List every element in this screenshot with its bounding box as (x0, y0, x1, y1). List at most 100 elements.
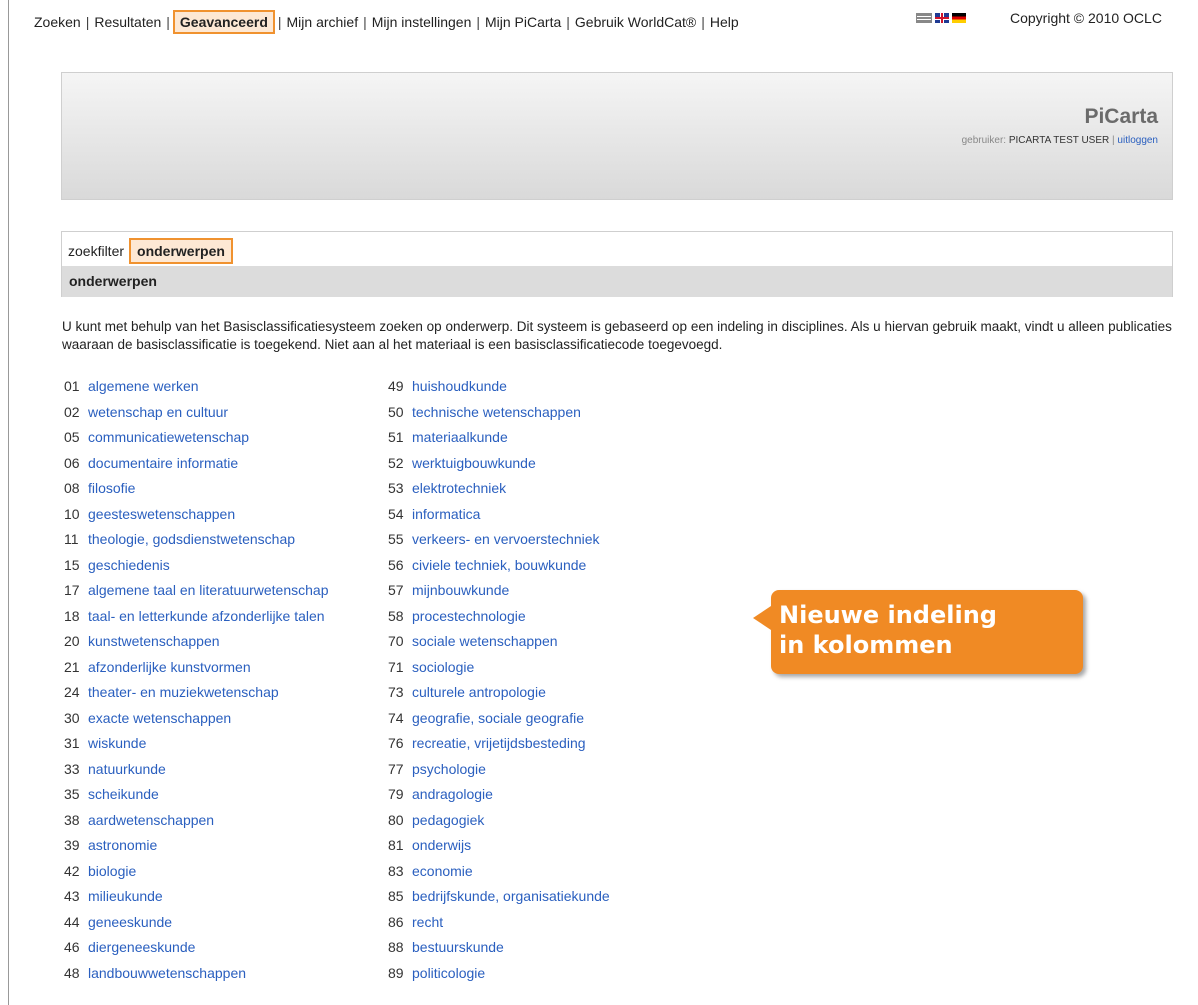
uk-flag-icon[interactable] (935, 13, 949, 23)
top-navigation: Zoeken | Resultaten | Geavanceerd | Mijn archi… (34, 10, 739, 34)
subject-link[interactable]: biologie (88, 863, 136, 879)
subject-code: 53 (388, 480, 404, 496)
subject-link[interactable]: geografie, sociale geografie (412, 710, 584, 726)
subject-item: 58 procestechnologie (388, 604, 610, 630)
nav-item-mijn-archief[interactable]: Mijn archief (287, 14, 359, 30)
subject-link[interactable]: geschiedenis (88, 557, 170, 573)
subject-link[interactable]: landbouwwetenschappen (88, 965, 246, 981)
subject-link[interactable]: politicologie (412, 965, 485, 981)
subject-code: 20 (64, 633, 80, 649)
subject-item: 38 aardwetenschappen (64, 808, 329, 834)
subject-item: 52 werktuigbouwkunde (388, 451, 610, 477)
subject-link[interactable]: recreatie, vrijetijdsbesteding (412, 735, 586, 751)
subject-link[interactable]: recht (412, 914, 443, 930)
subject-item: 05 communicatiewetenschap (64, 425, 329, 451)
subject-link[interactable]: materiaalkunde (412, 429, 508, 445)
subject-link[interactable]: taal- en letterkunde afzonderlijke talen (88, 608, 325, 624)
subject-code: 86 (388, 913, 404, 930)
subject-item: 20 kunstwetenschappen (64, 629, 329, 655)
subject-code: 83 (388, 862, 404, 879)
subject-link[interactable]: economie (412, 863, 473, 879)
subject-link[interactable]: werktuigbouwkunde (412, 455, 536, 471)
subject-code: 70 (388, 633, 404, 649)
subject-link[interactable]: communicatiewetenschap (88, 429, 249, 445)
subject-code: 71 (388, 658, 404, 675)
subject-link[interactable]: aardwetenschappen (88, 812, 214, 828)
de-flag-icon[interactable] (952, 13, 966, 23)
subject-item: 08 filosofie (64, 476, 329, 502)
subject-item: 10 geesteswetenschappen (64, 502, 329, 528)
subject-item: 85 bedrijfskunde, organisatiekunde (388, 884, 610, 910)
subject-link[interactable]: theologie, godsdienstwetenschap (88, 531, 295, 547)
subject-link[interactable]: verkeers- en vervoerstechniek (412, 531, 600, 547)
subject-link[interactable]: culturele antropologie (412, 684, 546, 700)
subject-link[interactable]: milieukunde (88, 888, 163, 904)
subject-item: 70 sociale wetenschappen (388, 629, 610, 655)
nl-flag-icon[interactable] (916, 13, 932, 23)
logout-link[interactable]: uitloggen (1117, 135, 1158, 146)
subject-link[interactable]: procestechnologie (412, 608, 526, 624)
filter-active-tab[interactable]: onderwerpen (129, 238, 233, 264)
subject-item: 02 wetenschap en cultuur (64, 400, 329, 426)
subject-item: 76 recreatie, vrijetijdsbesteding (388, 731, 610, 757)
subject-item: 54 informatica (388, 502, 610, 528)
subject-link[interactable]: sociale wetenschappen (412, 633, 558, 649)
subject-link[interactable]: civiele techniek, bouwkunde (412, 557, 586, 573)
subject-link[interactable]: mijnbouwkunde (412, 582, 509, 598)
callout-note: Nieuwe indeling in kolommen (753, 590, 1083, 674)
nav-item-zoeken[interactable]: Zoeken (34, 14, 81, 30)
subject-code: 38 (64, 811, 80, 828)
subject-code: 57 (388, 582, 404, 598)
nav-item-help[interactable]: Help (710, 14, 739, 30)
subject-link[interactable]: kunstwetenschappen (88, 633, 220, 649)
subject-code: 31 (64, 735, 80, 751)
subject-link[interactable]: huishoudkunde (412, 378, 507, 394)
subject-link[interactable]: andragologie (412, 786, 493, 802)
subject-item: 71 sociologie (388, 655, 610, 681)
subject-link[interactable]: afzonderlijke kunstvormen (88, 659, 251, 675)
subject-link[interactable]: geneeskunde (88, 914, 172, 930)
subject-link[interactable]: diergeneeskunde (88, 939, 195, 955)
subject-link[interactable]: bestuurskunde (412, 939, 504, 955)
subject-link[interactable]: pedagogiek (412, 812, 484, 828)
subject-link[interactable]: exacte wetenschappen (88, 710, 231, 726)
subject-link[interactable]: filosofie (88, 480, 135, 496)
callout-text: Nieuwe indeling in kolommen (779, 600, 997, 660)
intro-text: U kunt met behulp van het Basisclassific… (62, 319, 1172, 352)
subject-link[interactable]: psychologie (412, 761, 486, 777)
subject-link[interactable]: algemene werken (88, 378, 199, 394)
subject-link[interactable]: elektrotechniek (412, 480, 506, 496)
filter-label[interactable]: zoekfilter (68, 243, 124, 259)
subject-code: 76 (388, 735, 404, 751)
nav-item-geavanceerd[interactable]: Geavanceerd (172, 10, 275, 34)
subject-code: 77 (388, 760, 404, 777)
subject-link[interactable]: astronomie (88, 837, 157, 853)
nav-item-gebruik-worldcat[interactable]: Gebruik WorldCat® (575, 14, 696, 30)
subject-link[interactable]: sociologie (412, 659, 474, 675)
nav-separator: | (85, 14, 90, 30)
subject-link[interactable]: wiskunde (88, 735, 146, 751)
subject-link[interactable]: informatica (412, 506, 480, 522)
nav-item-resultaten[interactable]: Resultaten (94, 14, 161, 30)
subject-code: 05 (64, 429, 80, 445)
subject-link[interactable]: geesteswetenschappen (88, 506, 235, 522)
nav-item-mijn-instellingen[interactable]: Mijn instellingen (372, 14, 472, 30)
subject-item: 33 natuurkunde (64, 757, 329, 783)
section-title: onderwerpen (62, 266, 1172, 297)
subject-code: 06 (64, 454, 80, 471)
subject-link[interactable]: technische wetenschappen (412, 404, 581, 420)
nav-item-mijn-picarta[interactable]: Mijn PiCarta (485, 14, 561, 30)
filter-breadcrumb: zoekfilter onderwerpen (68, 238, 233, 264)
subject-link[interactable]: natuurkunde (88, 761, 166, 777)
subject-link[interactable]: algemene taal en literatuurwetenschap (88, 582, 329, 598)
subject-item: 15 geschiedenis (64, 553, 329, 579)
subject-link[interactable]: wetenschap en cultuur (88, 404, 228, 420)
subject-link[interactable]: scheikunde (88, 786, 159, 802)
subject-link[interactable]: theater- en muziekwetenschap (88, 684, 279, 700)
subject-link[interactable]: bedrijfskunde, organisatiekunde (412, 888, 610, 904)
user-name: PICARTA TEST USER (1008, 135, 1110, 146)
subject-code: 85 (388, 888, 404, 904)
subject-link[interactable]: onderwijs (412, 837, 471, 853)
subject-link[interactable]: documentaire informatie (88, 455, 238, 471)
subject-item: 56 civiele techniek, bouwkunde (388, 553, 610, 579)
